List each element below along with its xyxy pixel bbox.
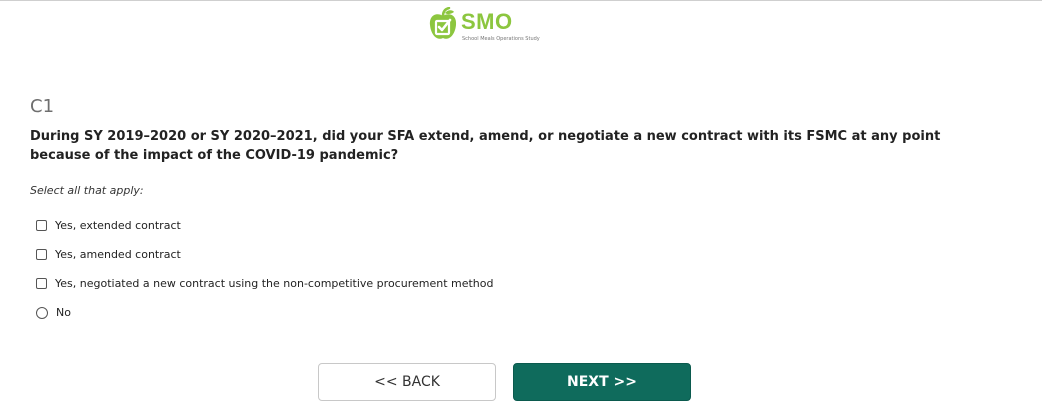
option-no[interactable]: No [36, 306, 71, 319]
option-label: Yes, extended contract [55, 219, 181, 232]
apple-checkbox-icon [429, 7, 457, 39]
next-button[interactable]: NEXT >> [513, 363, 691, 401]
option-amended-contract[interactable]: Yes, amended contract [36, 248, 181, 261]
brand-subtitle: School Meals Operations Study [462, 36, 540, 42]
question-id: C1 [30, 96, 55, 117]
checkbox[interactable] [36, 249, 47, 260]
smo-logo: SMO School Meals Operations Study [428, 7, 568, 47]
question-text: During SY 2019–2020 or SY 2020–2021, did… [30, 129, 941, 163]
next-button-label: NEXT >> [567, 374, 637, 390]
checkbox[interactable] [36, 220, 47, 231]
brand-name: SMO [461, 9, 513, 34]
back-button-label: << BACK [374, 374, 440, 390]
option-extended-contract[interactable]: Yes, extended contract [36, 219, 181, 232]
option-negotiated-new-contract[interactable]: Yes, negotiated a new contract using the… [36, 277, 494, 290]
radio-button[interactable] [36, 306, 48, 319]
option-label: Yes, amended contract [55, 248, 181, 261]
top-divider [0, 0, 1042, 1]
question-instruction: Select all that apply: [30, 184, 144, 197]
option-label: No [56, 306, 71, 319]
checkbox[interactable] [36, 278, 47, 289]
option-label: Yes, negotiated a new contract using the… [55, 277, 494, 290]
back-button[interactable]: << BACK [318, 363, 496, 401]
